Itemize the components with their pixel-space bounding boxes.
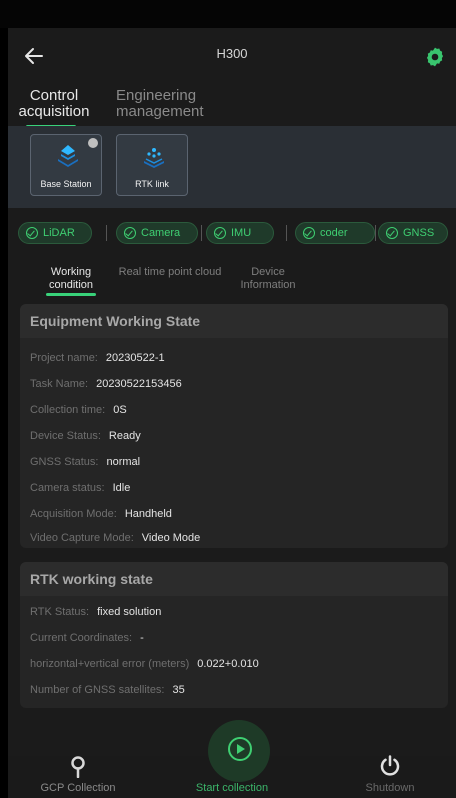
info-row: Acquisition Mode: Handheld <box>30 508 172 520</box>
tab-working-condition[interactable]: Working condition <box>38 266 104 292</box>
gcp-collection-label: GCP Collection <box>40 782 116 794</box>
sensor-label: IMU <box>231 227 252 239</box>
sensor-label: LiDAR <box>43 227 75 239</box>
divider <box>106 225 107 241</box>
row-key: Device Status: <box>30 430 101 442</box>
info-row: Current Coordinates: - <box>30 632 144 644</box>
check-circle-icon <box>386 227 398 239</box>
device-panel: Base Station RTK link <box>8 126 456 208</box>
row-key: GNSS Status: <box>30 456 99 468</box>
row-value: 0.022+0.010 <box>197 658 259 670</box>
row-value: Ready <box>108 430 141 442</box>
row-key: Task Name: <box>30 378 89 390</box>
row-key: Current Coordinates: <box>30 632 133 644</box>
info-row: Device Status: Ready <box>30 430 141 442</box>
row-value: - <box>140 632 144 644</box>
divider <box>286 225 287 241</box>
rtk-link-icon <box>144 148 164 168</box>
check-circle-icon <box>214 227 226 239</box>
sensor-label: GNSS <box>403 227 435 239</box>
row-key: horizontal+vertical error (meters) <box>30 658 190 670</box>
card-title: Equipment Working State <box>30 313 201 329</box>
divider <box>375 225 376 241</box>
rtk-state-card: RTK working state RTK Status: fixed solut… <box>20 562 448 708</box>
sub-tabs: Working condition Real time point cloud … <box>8 266 456 302</box>
sensor-label: coder <box>320 227 348 239</box>
row-value: 35 <box>172 684 185 696</box>
equipment-state-card: Equipment Working State Project name: 202… <box>20 304 448 548</box>
tab-device-information[interactable]: Device Information <box>230 266 306 292</box>
base-station-icon <box>58 145 78 167</box>
location-pin-icon <box>71 756 85 778</box>
row-key: Video Capture Mode: <box>30 532 134 544</box>
status-dot <box>88 138 98 148</box>
info-row: Project name: 20230522-1 <box>30 352 165 364</box>
check-circle-icon <box>26 227 38 239</box>
info-row: Video Capture Mode: Video Mode <box>30 532 200 544</box>
info-row: Task Name: 20230522153456 <box>30 378 182 390</box>
sensor-chip-gnss: GNSS <box>378 222 448 244</box>
rtk-link-card[interactable]: RTK link <box>116 134 188 196</box>
row-key: Collection time: <box>30 404 106 416</box>
tab-engineering-management[interactable]: Engineering management <box>116 88 206 120</box>
sensor-chip-coder: coder <box>295 222 375 244</box>
info-row: Number of GNSS satellites: 35 <box>30 684 185 696</box>
row-key: RTK Status: <box>30 606 90 618</box>
sensor-chip-camera: Camera <box>116 222 198 244</box>
sensor-status-row: LiDAR Camera IMU coder GNSS <box>18 222 456 248</box>
info-row: Camera status: Idle <box>30 482 130 494</box>
card-header: Equipment Working State <box>20 304 448 338</box>
status-bar <box>0 0 456 28</box>
tab-control-acquisition[interactable]: Control acquisition <box>8 88 100 120</box>
row-value: fixed solution <box>97 606 162 618</box>
check-circle-icon <box>303 227 315 239</box>
main-tabs: Control acquisition Engineering manageme… <box>8 88 456 128</box>
rtk-link-label: RTK link <box>135 179 169 189</box>
page-title: H300 <box>216 46 248 61</box>
play-icon <box>228 737 252 761</box>
power-icon <box>380 755 400 776</box>
card-header: RTK working state <box>20 562 448 596</box>
sensor-chip-imu: IMU <box>206 222 274 244</box>
card-title: RTK working state <box>30 571 153 587</box>
app-screen: H300 Control acquisition Engineering man… <box>8 28 456 798</box>
top-bar: H300 <box>8 28 456 84</box>
row-value: 20230522153456 <box>96 378 182 390</box>
base-station-label: Base Station <box>40 179 92 189</box>
sub-tab-active-indicator <box>46 293 96 296</box>
sensor-label: Camera <box>141 227 181 239</box>
shutdown-label: Shutdown <box>365 782 415 794</box>
sensor-chip-lidar: LiDAR <box>18 222 92 244</box>
row-value: 20230522-1 <box>105 352 165 364</box>
start-collection-fab[interactable] <box>208 720 270 782</box>
start-collection-label: Start collection <box>195 782 269 794</box>
row-key: Camera status: <box>30 482 105 494</box>
divider <box>201 225 202 241</box>
row-value: 0S <box>113 404 127 416</box>
gear-icon[interactable] <box>424 46 446 68</box>
row-key: Project name: <box>30 352 98 364</box>
tab-real-time-point-cloud[interactable]: Real time point cloud <box>116 266 224 279</box>
info-row: horizontal+vertical error (meters) 0.022+… <box>30 658 259 670</box>
info-row: RTK Status: fixed solution <box>30 606 161 618</box>
check-circle-icon <box>124 227 136 239</box>
row-value: Handheld <box>124 508 172 520</box>
row-key: Number of GNSS satellites: <box>30 684 165 696</box>
row-value: Idle <box>112 482 131 494</box>
base-station-card[interactable]: Base Station <box>30 134 102 196</box>
row-value: normal <box>106 456 141 468</box>
info-row: GNSS Status: normal <box>30 456 140 468</box>
row-key: Acquisition Mode: <box>30 508 117 520</box>
row-value: Video Mode <box>141 532 201 544</box>
info-row: Collection time: 0S <box>30 404 127 416</box>
